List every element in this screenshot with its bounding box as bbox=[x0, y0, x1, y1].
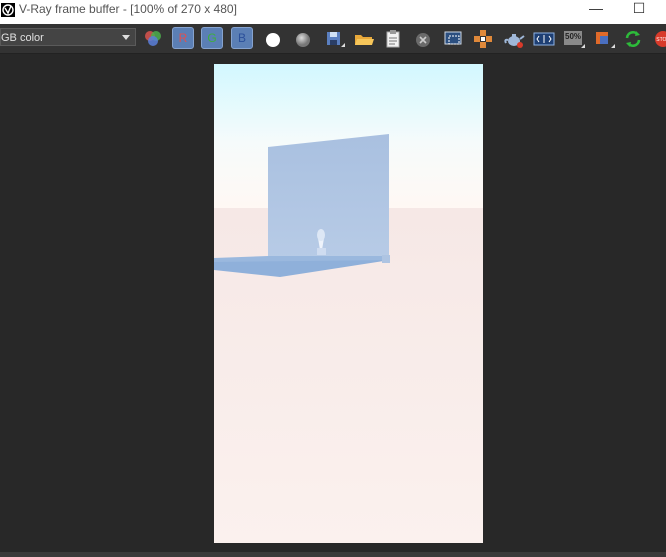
zoom-50-icon[interactable]: 50% bbox=[562, 26, 586, 50]
minimize-button[interactable]: — bbox=[583, 0, 609, 18]
grey-circle-icon[interactable] bbox=[291, 26, 315, 50]
teapot-render-icon[interactable] bbox=[502, 26, 526, 50]
save-icon[interactable] bbox=[322, 26, 346, 50]
clear-icon[interactable] bbox=[411, 26, 435, 50]
track-mouse-icon[interactable] bbox=[471, 26, 495, 50]
blue-channel-button[interactable]: B bbox=[231, 27, 253, 49]
red-channel-button[interactable]: R bbox=[172, 27, 194, 49]
color-correction-icon[interactable] bbox=[592, 26, 616, 50]
channel-dropdown-value: GB color bbox=[1, 32, 44, 44]
rgb-channels-icon[interactable] bbox=[141, 26, 165, 50]
title-bar: V-Ray frame buffer - [100% of 270 x 480]… bbox=[0, 0, 666, 24]
green-channel-button[interactable]: G bbox=[201, 27, 223, 49]
zoom-label: 50% bbox=[565, 32, 582, 41]
status-bar bbox=[0, 552, 666, 557]
compare-icon[interactable] bbox=[532, 26, 556, 50]
svg-text:STOP: STOP bbox=[656, 37, 666, 43]
channel-dropdown[interactable]: GB color bbox=[0, 28, 136, 46]
white-circle-icon[interactable] bbox=[261, 26, 285, 50]
toolbar: GB color R G B 50% STO bbox=[0, 24, 666, 54]
region-icon[interactable] bbox=[441, 26, 465, 50]
chevron-down-icon bbox=[122, 35, 130, 40]
vray-logo-icon bbox=[1, 3, 15, 17]
rendered-image bbox=[214, 64, 483, 543]
refresh-icon[interactable] bbox=[621, 26, 645, 50]
stop-icon[interactable]: STOP bbox=[651, 26, 666, 50]
window-title: V-Ray frame buffer - [100% of 270 x 480] bbox=[19, 2, 237, 16]
clipboard-icon[interactable] bbox=[381, 26, 405, 50]
open-folder-icon[interactable] bbox=[352, 26, 376, 50]
maximize-button[interactable]: ☐ bbox=[626, 0, 652, 18]
